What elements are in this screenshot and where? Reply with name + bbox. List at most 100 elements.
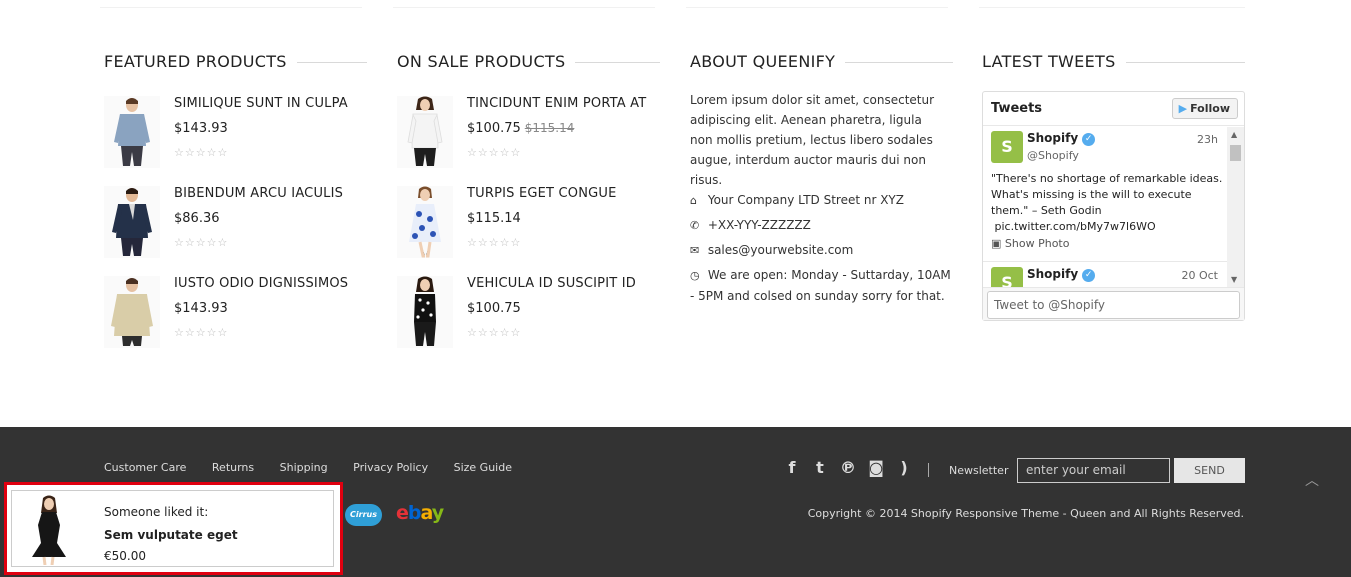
old-price: $115.14: [524, 121, 575, 135]
product-item[interactable]: TURPIS EGET CONGUE $115.14 ☆☆☆☆☆: [397, 186, 660, 258]
top-strip: [100, 0, 1245, 8]
contact-phone: ✆ +XX-YYY-ZZZZZZ: [690, 215, 955, 236]
tweet-user[interactable]: Shopify ✓: [1027, 267, 1096, 282]
about-text: Lorem ipsum dolor sit amet, consectetur …: [690, 93, 935, 187]
latest-tweets-heading: LATEST TWEETS: [982, 50, 1245, 72]
product-price: $100.75 $115.14: [467, 121, 575, 136]
tweet-list[interactable]: S Shopify ✓ @Shopify 23h "There's no shor…: [983, 127, 1228, 287]
newsletter-label: Newsletter: [949, 464, 1009, 477]
product-name[interactable]: TURPIS EGET CONGUE: [467, 186, 617, 201]
scroll-down-icon[interactable]: ▼: [1231, 275, 1237, 284]
notification-product-name[interactable]: Sem vulputate eget: [104, 528, 238, 542]
product-price: $143.93: [174, 301, 228, 316]
rating-stars: ☆☆☆☆☆: [467, 326, 522, 339]
verified-icon: ✓: [1082, 133, 1096, 146]
product-item[interactable]: IUSTO ODIO DIGNISSIMOS $143.93 ☆☆☆☆☆: [104, 276, 367, 348]
product-image[interactable]: [104, 276, 160, 348]
newsletter-email-input[interactable]: enter your email: [1017, 458, 1170, 483]
cirrus-payment-logo: Cirrus: [345, 504, 382, 526]
tweet-time[interactable]: 20 Oct: [1181, 269, 1218, 282]
notification-card[interactable]: Someone liked it: Sem vulputate eget €50…: [11, 490, 334, 567]
follow-button[interactable]: ▶ Follow: [1171, 98, 1238, 119]
tweet-scrollbar[interactable]: ▲ ▼: [1227, 127, 1244, 287]
footer-link-customer-care[interactable]: Customer Care: [104, 461, 186, 474]
tweet-link[interactable]: pic.twitter.com/bMy7w7l6WO: [995, 220, 1156, 233]
rating-stars: ☆☆☆☆☆: [467, 146, 522, 159]
footer-divider: [928, 463, 929, 477]
footer-link-shipping[interactable]: Shipping: [280, 461, 328, 474]
shopify-logo-icon: S: [991, 131, 1023, 163]
contact-hours: ◷ We are open: Monday - Suttarday, 10AM …: [690, 268, 951, 303]
footer-link-size-guide[interactable]: Size Guide: [454, 461, 512, 474]
product-name[interactable]: SIMILIQUE SUNT IN CULPA: [174, 96, 348, 111]
home-icon: ⌂: [690, 194, 697, 207]
featured-products-heading: FEATURED PRODUCTS: [104, 50, 367, 72]
about-heading: ABOUT QUEENIFY: [690, 50, 953, 72]
twitter-widget: Tweets ▶ Follow S Shopify ✓ @Shopify 23h "…: [982, 91, 1245, 321]
tweet-user[interactable]: Shopify ✓: [1027, 131, 1096, 146]
product-image[interactable]: [104, 96, 160, 168]
product-price: $86.36: [174, 211, 220, 226]
facebook-icon[interactable]: f: [778, 458, 806, 477]
product-price: $115.14: [467, 211, 521, 226]
product-image[interactable]: [397, 96, 453, 168]
product-name[interactable]: IUSTO ODIO DIGNISSIMOS: [174, 276, 348, 291]
product-image[interactable]: [104, 186, 160, 258]
back-to-top-icon[interactable]: ︿: [1305, 470, 1319, 490]
tweet-compose-area: Tweet to @Shopify: [983, 287, 1244, 320]
shopify-logo-icon: S: [991, 267, 1023, 287]
envelope-icon: ✉: [690, 244, 700, 257]
on-sale-products-section: ON SALE PRODUCTS TINCIDUNT ENIM PORTA AT…: [397, 50, 660, 348]
social-links: f t ℗ ◙ ): [778, 458, 918, 477]
notification-product-price: €50.00: [104, 549, 146, 563]
ebay-payment-logo: ebay: [396, 502, 444, 524]
pinterest-icon[interactable]: ℗: [834, 458, 862, 477]
product-name[interactable]: BIBENDUM ARCU IACULIS: [174, 186, 343, 201]
contact-email[interactable]: ✉ sales@yourwebsite.com: [690, 240, 955, 261]
product-item[interactable]: SIMILIQUE SUNT IN CULPA $143.93 ☆☆☆☆☆: [104, 96, 367, 168]
newsletter-send-button[interactable]: SEND: [1174, 458, 1245, 483]
tweet-time[interactable]: 23h: [1197, 133, 1218, 146]
rating-stars: ☆☆☆☆☆: [174, 146, 229, 159]
rss-icon[interactable]: ): [890, 458, 918, 477]
product-image[interactable]: [397, 276, 453, 348]
verified-icon: ✓: [1082, 269, 1096, 282]
tweet-separator: [983, 261, 1228, 262]
product-item[interactable]: VEHICULA ID SUSCIPIT ID $100.75 ☆☆☆☆☆: [397, 276, 660, 348]
instagram-icon[interactable]: ◙: [862, 458, 890, 477]
scrollbar-thumb[interactable]: [1230, 145, 1241, 161]
product-price: $143.93: [174, 121, 228, 136]
product-name[interactable]: TINCIDUNT ENIM PORTA AT: [467, 96, 646, 111]
twitter-icon[interactable]: t: [806, 458, 834, 477]
latest-tweets-section: LATEST TWEETS Tweets ▶ Follow S Shopify ✓ …: [982, 50, 1245, 321]
footer-links: Customer Care Returns Shipping Privacy P…: [104, 461, 534, 474]
show-photo-link[interactable]: ▣ Show Photo: [991, 237, 1069, 250]
footer-link-returns[interactable]: Returns: [212, 461, 254, 474]
twitter-widget-title: Tweets: [991, 101, 1043, 116]
notification-product-image[interactable]: [16, 495, 81, 566]
featured-products-section: FEATURED PRODUCTS SIMILIQUE SUNT IN CULP…: [104, 50, 367, 348]
product-item[interactable]: TINCIDUNT ENIM PORTA AT $100.75 $115.14 ☆…: [397, 96, 660, 168]
footer-link-privacy-policy[interactable]: Privacy Policy: [353, 461, 428, 474]
product-name[interactable]: VEHICULA ID SUSCIPIT ID: [467, 276, 636, 291]
photo-icon: ▣: [991, 237, 1002, 250]
phone-icon: ✆: [690, 219, 700, 232]
product-price: $100.75: [467, 301, 521, 316]
twitter-bird-icon: ▶: [1178, 102, 1188, 115]
notification-message: Someone liked it:: [104, 505, 209, 519]
scroll-up-icon[interactable]: ▲: [1231, 130, 1237, 139]
rating-stars: ☆☆☆☆☆: [174, 236, 229, 249]
product-item[interactable]: BIBENDUM ARCU IACULIS $86.36 ☆☆☆☆☆: [104, 186, 367, 258]
tweet-handle[interactable]: @Shopify: [1027, 149, 1079, 162]
clock-icon: ◷: [690, 269, 700, 282]
tweet-text: "There's no shortage of remarkable ideas…: [991, 172, 1223, 233]
tweet-input[interactable]: Tweet to @Shopify: [987, 291, 1240, 319]
rating-stars: ☆☆☆☆☆: [467, 236, 522, 249]
about-section: ABOUT QUEENIFY Lorem ipsum dolor sit ame…: [690, 50, 953, 303]
recent-like-notification[interactable]: Someone liked it: Sem vulputate eget €50…: [4, 482, 343, 575]
product-image[interactable]: [397, 186, 453, 258]
contact-address: ⌂ Your Company LTD Street nr XYZ: [690, 190, 955, 211]
on-sale-products-heading: ON SALE PRODUCTS: [397, 50, 660, 72]
twitter-widget-header: Tweets ▶ Follow: [983, 92, 1244, 126]
rating-stars: ☆☆☆☆☆: [174, 326, 229, 339]
